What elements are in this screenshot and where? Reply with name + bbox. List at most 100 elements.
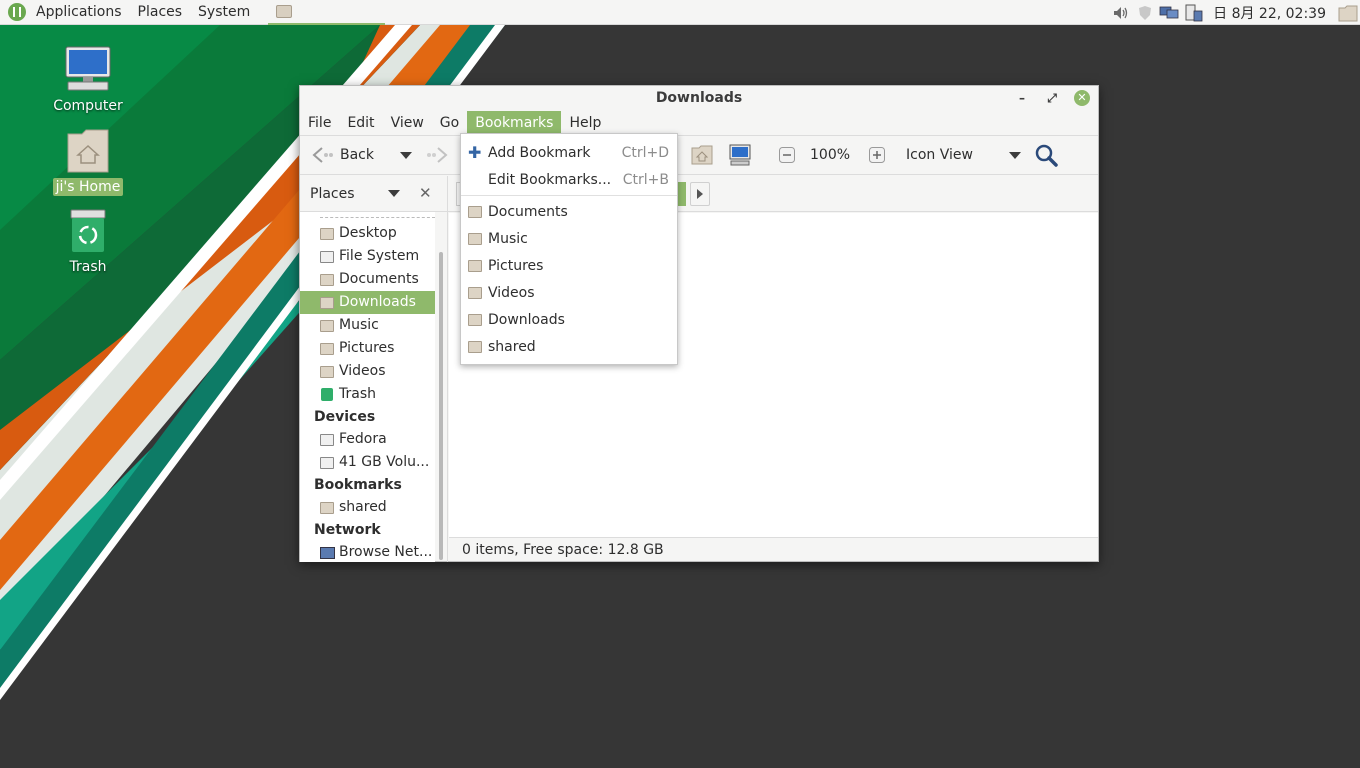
desktop-trash[interactable]: Trash <box>48 208 128 276</box>
sidebar-item-desktop[interactable]: Desktop <box>300 222 435 245</box>
add-bookmark-item[interactable]: ✚ Add Bookmark Ctrl+D <box>461 139 677 166</box>
chevron-down-icon[interactable] <box>388 190 400 197</box>
side-pane-scrollbar[interactable] <box>438 212 444 562</box>
desktop-computer[interactable]: Computer <box>48 45 128 115</box>
menu-go[interactable]: Go <box>432 111 467 135</box>
sidebar-item-label: Downloads <box>339 294 416 310</box>
menu-help[interactable]: Help <box>561 111 609 135</box>
window-titlebar[interactable]: Downloads – ⤢ ✕ <box>300 86 1098 111</box>
zoom-level[interactable]: 100% <box>804 139 856 171</box>
drive-icon <box>320 250 334 263</box>
zoom-out-button[interactable] <box>772 139 802 171</box>
applications-menu[interactable]: Applications <box>28 0 130 25</box>
sidebar-item-downloads[interactable]: Downloads <box>300 291 435 314</box>
window-title: Downloads <box>655 90 743 106</box>
zoom-in-icon <box>869 147 885 163</box>
edit-bookmarks-item[interactable]: Edit Bookmarks... Ctrl+B <box>461 166 677 193</box>
folder-icon <box>468 340 488 353</box>
folder-icon[interactable] <box>1338 4 1358 22</box>
bookmark-pictures[interactable]: Pictures <box>461 252 677 279</box>
sidebar-item-label: Documents <box>339 271 419 287</box>
sidebar-item-pictures[interactable]: Pictures <box>300 337 435 360</box>
zoom-out-icon <box>779 147 795 163</box>
close-pane-icon[interactable]: ✕ <box>419 184 432 202</box>
computer-icon <box>65 46 111 91</box>
battery-icon[interactable] <box>1183 4 1203 22</box>
chevron-down-icon <box>400 151 412 159</box>
side-pane: Places ✕ Desktop File System Documents D… <box>300 176 448 562</box>
sidebar-item-label: File System <box>339 248 420 264</box>
system-tray: 日 8月 22, 02:39 <box>1109 0 1360 25</box>
system-menu[interactable]: System <box>190 0 258 25</box>
search-icon <box>1035 144 1058 167</box>
folder-icon <box>320 501 334 514</box>
bookmark-downloads[interactable]: Downloads <box>461 306 677 333</box>
shield-icon[interactable] <box>1135 4 1155 22</box>
fedora-logo-icon[interactable] <box>8 3 26 21</box>
sidebar-item-label: 41 GB Volu... <box>339 454 430 470</box>
scrollbar-thumb[interactable] <box>439 252 443 560</box>
folder-icon <box>320 342 334 355</box>
zoom-in-button[interactable] <box>862 139 892 171</box>
home-button[interactable] <box>684 139 720 171</box>
back-history-dropdown[interactable] <box>394 139 418 171</box>
bookmark-music[interactable]: Music <box>461 225 677 252</box>
sidebar-item-fedora[interactable]: Fedora <box>300 428 435 451</box>
menu-bookmarks[interactable]: Bookmarks <box>467 111 562 135</box>
close-button[interactable]: ✕ <box>1074 90 1090 106</box>
home-folder-icon <box>691 145 713 165</box>
computer-button[interactable] <box>722 139 758 171</box>
folder-icon <box>468 313 488 326</box>
menu-view[interactable]: View <box>383 111 432 135</box>
back-arrow-icon <box>312 147 333 163</box>
sidebar-item-music[interactable]: Music <box>300 314 435 337</box>
sidebar-item-documents[interactable]: Documents <box>300 268 435 291</box>
side-pane-title[interactable]: Places <box>310 186 355 202</box>
sidebar-item-volume[interactable]: 41 GB Volu... <box>300 451 435 474</box>
bookmark-documents[interactable]: Documents <box>461 198 677 225</box>
plus-icon: ✚ <box>468 142 482 162</box>
taskbar-label: Downloads <box>300 3 378 19</box>
folder-icon <box>468 232 488 245</box>
menubar: File Edit View Go Bookmarks Help <box>300 111 1098 135</box>
back-button[interactable]: Back <box>304 139 380 171</box>
desktop-home[interactable]: ji's Home <box>48 128 128 196</box>
sidebar-item-videos[interactable]: Videos <box>300 360 435 383</box>
sidebar-item-label: Desktop <box>339 225 397 241</box>
devices-heading: Devices <box>314 409 376 425</box>
sidebar-item-label: shared <box>339 499 387 515</box>
trash-icon <box>321 388 333 401</box>
menu-item-label: Edit Bookmarks... <box>488 171 612 188</box>
folder-icon <box>276 4 293 18</box>
chevron-down-icon <box>1008 151 1021 159</box>
view-mode-select[interactable]: Icon View <box>900 139 1027 171</box>
menu-item-label: Pictures <box>488 257 544 274</box>
panel-clock[interactable]: 日 8月 22, 02:39 <box>1213 3 1326 23</box>
maximize-button[interactable]: ⤢ <box>1044 90 1060 106</box>
sidebar-item-file-system[interactable]: File System <box>300 245 435 268</box>
forward-button[interactable] <box>420 139 456 171</box>
path-scroll-right[interactable] <box>690 182 710 206</box>
sidebar-item-trash[interactable]: Trash <box>300 383 435 406</box>
bookmark-shared[interactable]: shared <box>461 333 677 360</box>
network-heading: Network <box>314 522 381 538</box>
path-button-current[interactable] <box>678 182 686 206</box>
forward-arrow-icon <box>427 147 448 163</box>
sidebar-item-browse-network[interactable]: Browse Net... <box>300 541 435 562</box>
menu-edit[interactable]: Edit <box>339 111 382 135</box>
search-button[interactable] <box>1028 139 1066 171</box>
menu-file[interactable]: File <box>300 111 339 135</box>
scrolled-row-edge <box>320 212 435 218</box>
bookmark-videos[interactable]: Videos <box>461 279 677 306</box>
network-icon[interactable] <box>1159 4 1179 22</box>
bookmarks-heading: Bookmarks <box>314 477 402 493</box>
sidebar-item-label: Browse Net... <box>339 544 433 560</box>
taskbar-downloads-button[interactable]: Downloads <box>268 0 386 25</box>
network-icon <box>320 546 335 559</box>
minimize-button[interactable]: – <box>1014 90 1030 106</box>
bookmarks-dropdown: ✚ Add Bookmark Ctrl+D Edit Bookmarks... … <box>460 133 678 365</box>
places-menu[interactable]: Places <box>130 0 191 25</box>
menu-item-label: Music <box>488 230 528 247</box>
volume-icon[interactable] <box>1111 4 1131 22</box>
sidebar-item-shared[interactable]: shared <box>300 496 435 519</box>
